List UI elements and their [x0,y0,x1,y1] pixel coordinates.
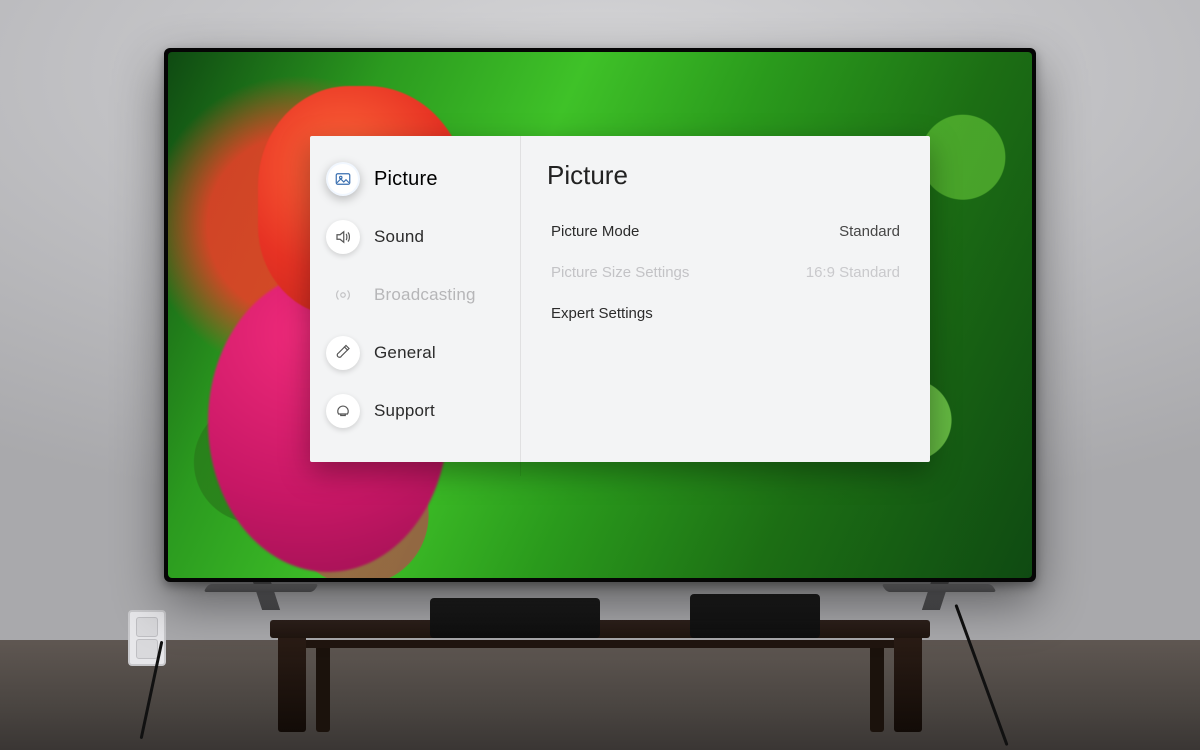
tv-stand-table [270,592,930,732]
sidebar-item-label: Broadcasting [374,285,476,305]
room-photo: Picture Sound Broadcasti [0,0,1200,750]
row-label: Expert Settings [551,305,653,322]
tv-leg-base [203,584,319,592]
broadcast-icon [326,278,360,312]
row-expert-settings[interactable]: Expert Settings [545,293,906,334]
row-value: 16:9 Standard [806,264,900,281]
wall-outlet [128,610,166,666]
row-value: Standard [839,223,900,240]
sound-icon [326,220,360,254]
general-icon [326,336,360,370]
tv-bezel: Picture Sound Broadcasti [168,52,1032,578]
streaming-box [690,594,820,638]
settings-panel: Picture Sound Broadcasti [310,136,930,462]
sidebar-item-sound[interactable]: Sound [310,208,520,266]
picture-icon [326,162,360,196]
sidebar-item-label: Sound [374,227,424,247]
sidebar-item-label: General [374,343,436,363]
sidebar-item-support[interactable]: Support [310,382,520,440]
sidebar-item-picture[interactable]: Picture [310,150,520,208]
settings-content: Picture Picture Mode Standard Picture Si… [521,136,930,462]
console-box [430,598,600,638]
row-label: Picture Size Settings [551,264,689,281]
tv-leg-base [881,584,997,592]
row-picture-size-settings: Picture Size Settings 16:9 Standard [545,252,906,293]
sidebar-item-broadcasting: Broadcasting [310,266,520,324]
tv-wallpaper: Picture Sound Broadcasti [168,52,1032,578]
row-label: Picture Mode [551,223,639,240]
row-picture-mode[interactable]: Picture Mode Standard [545,211,906,252]
sidebar-item-label: Picture [374,168,438,191]
support-icon [326,394,360,428]
sidebar-item-general[interactable]: General [310,324,520,382]
settings-sidebar: Picture Sound Broadcasti [310,136,521,476]
content-title: Picture [547,160,906,191]
sidebar-item-label: Support [374,401,435,421]
tv-frame: Picture Sound Broadcasti [164,48,1036,582]
